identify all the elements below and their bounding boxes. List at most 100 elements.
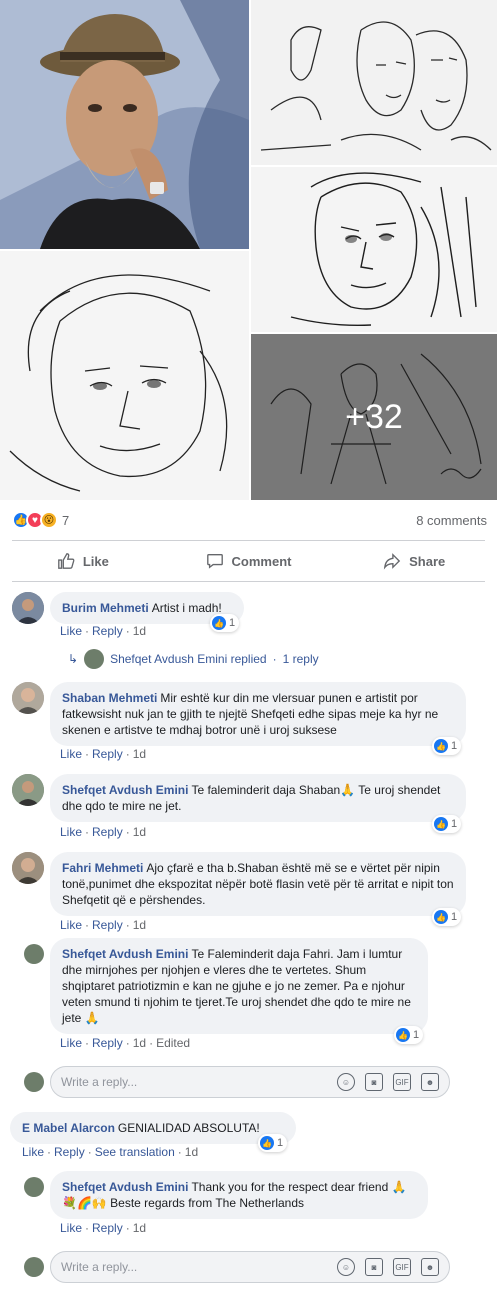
sketch-more-photos[interactable]: +32 — [251, 334, 497, 500]
comment-reactions[interactable]: 👍 1 — [258, 1134, 288, 1152]
sticker-icon[interactable]: ☻ — [421, 1258, 439, 1276]
reply-placeholder: Write a reply... — [61, 1075, 138, 1089]
comment-reply-link[interactable]: Reply — [92, 1036, 123, 1050]
share-label: Share — [409, 553, 446, 569]
more-photos-overlay[interactable]: +32 — [251, 334, 497, 500]
comment-meta: Like · Reply · See translation · 1d — [22, 1145, 199, 1159]
like-reaction-icon: 👍 — [212, 616, 226, 630]
comment-meta: Like · Reply · 1d — [60, 825, 147, 839]
comment-meta: Like · Reply · 1d — [60, 918, 147, 932]
comment-time[interactable]: 1d — [133, 1221, 146, 1235]
avatar[interactable] — [12, 682, 44, 714]
like-button[interactable]: Like — [0, 544, 166, 578]
comment-time[interactable]: 1d — [133, 747, 146, 761]
photo-grid: +32 — [0, 0, 497, 500]
comment-time[interactable]: 1d — [133, 1036, 146, 1050]
avatar[interactable] — [12, 852, 44, 884]
comment-time[interactable]: 1d — [133, 825, 146, 839]
replied-by-text: Shefqet Avdush Emini replied — [110, 652, 267, 666]
comment-meta: Like · Reply · 1d — [60, 747, 147, 761]
comment-bubble: Shaban Mehmeti Mir eshtë kur din me vlers… — [50, 682, 466, 746]
comment-author[interactable]: Shefqet Avdush Emini — [62, 947, 188, 961]
comment-text: Artist i madh! — [151, 601, 222, 615]
comment-author[interactable]: E Mabel Alarcon — [22, 1121, 115, 1135]
reaction-count: 1 — [413, 1029, 420, 1041]
comment-reactions[interactable]: 👍 1 — [432, 737, 462, 755]
share-button[interactable]: Share — [331, 544, 497, 578]
avatar[interactable] — [24, 944, 44, 964]
comment-like-link[interactable]: Like — [60, 624, 82, 638]
comment-bubble: Fahri Mehmeti Ajo çfarë e tha b.Shaban ës… — [50, 852, 466, 916]
reply-input[interactable]: Write a reply... ☺ ◙ GIF ☻ — [50, 1251, 450, 1283]
sketch-image — [260, 21, 492, 151]
emoji-icon[interactable]: ☺ — [337, 1073, 355, 1091]
sketch-image — [290, 172, 477, 326]
like-label: Like — [82, 553, 109, 569]
camera-icon[interactable]: ◙ — [365, 1258, 383, 1276]
divider — [12, 581, 485, 582]
comment-reactions[interactable]: 👍 1 — [394, 1026, 424, 1044]
comment-reactions[interactable]: 👍 1 — [432, 815, 462, 833]
edited-label[interactable]: Edited — [156, 1036, 190, 1050]
comment-reply-link[interactable]: Reply — [92, 624, 123, 638]
gif-icon[interactable]: GIF — [393, 1258, 411, 1276]
avatar[interactable] — [12, 592, 44, 624]
comment-like-link[interactable]: Like — [22, 1145, 44, 1159]
comment-reply-link[interactable]: Reply — [92, 747, 123, 761]
comment-meta: Like · Reply · 1d · Edited — [60, 1036, 191, 1050]
comment-reactions[interactable]: 👍 1 — [210, 614, 240, 632]
comment-author[interactable]: Shefqet Avdush Emini — [62, 783, 188, 797]
comment-reply-link[interactable]: Reply — [54, 1145, 85, 1159]
emoji-icon[interactable]: ☺ — [337, 1258, 355, 1276]
reaction-count: 1 — [451, 818, 458, 830]
see-translation-link[interactable]: See translation — [95, 1145, 175, 1159]
comment-like-link[interactable]: Like — [60, 825, 82, 839]
camera-icon[interactable]: ◙ — [365, 1073, 383, 1091]
comment-like-link[interactable]: Like — [60, 1036, 82, 1050]
sketch-man-face[interactable] — [251, 167, 497, 332]
comment-reply-link[interactable]: Reply — [92, 1221, 123, 1235]
reply-count: 1 reply — [282, 652, 319, 666]
comment-time[interactable]: 1d — [185, 1145, 198, 1159]
avatar-image — [12, 852, 44, 884]
gif-icon[interactable]: GIF — [393, 1073, 411, 1091]
reaction-count: 1 — [277, 1137, 284, 1149]
post-actions: Like Comment Share — [0, 544, 497, 578]
reaction-count: 1 — [229, 617, 236, 629]
comment-icon — [206, 554, 223, 569]
wow-reaction-icon: 😮 — [40, 511, 58, 529]
like-reaction-icon: 👍 — [434, 817, 448, 831]
comment-reply-link[interactable]: Reply — [92, 825, 123, 839]
comment-label: Comment — [231, 553, 292, 569]
thumbs-up-icon — [57, 553, 75, 569]
comment-meta: Like · Reply · 1d — [60, 1221, 147, 1235]
comment-like-link[interactable]: Like — [60, 1221, 82, 1235]
comment-reactions[interactable]: 👍 1 — [432, 908, 462, 926]
comment-like-link[interactable]: Like — [60, 747, 82, 761]
comment-time[interactable]: 1d — [133, 624, 146, 638]
comment-reply-link[interactable]: Reply — [92, 918, 123, 932]
reply-input[interactable]: Write a reply... ☺ ◙ GIF ☻ — [50, 1066, 450, 1098]
avatar — [84, 649, 105, 669]
comment-author[interactable]: Burim Mehmeti — [62, 601, 149, 615]
avatar[interactable] — [24, 1177, 44, 1197]
comment-bubble: Shefqet Avdush Emini Te faleminderit daja… — [50, 774, 466, 822]
reaction-summary[interactable]: 👍 ♥ 😮 7 — [12, 511, 69, 529]
comment-author[interactable]: Shaban Mehmeti — [62, 691, 157, 705]
replies-link[interactable]: ↳ Shefqet Avdush Emini replied · 1 reply — [68, 649, 319, 669]
comment-author[interactable]: Fahri Mehmeti — [62, 861, 143, 875]
avatar[interactable] — [12, 774, 44, 806]
comment-time[interactable]: 1d — [133, 918, 146, 932]
reply-bubble: Shefqet Avdush Emini Thank you for the re… — [50, 1171, 428, 1219]
comment-like-link[interactable]: Like — [60, 918, 82, 932]
sketch-old-man[interactable] — [0, 251, 249, 500]
comments-count-link[interactable]: 8 comments — [416, 513, 487, 528]
photo-portrait[interactable] — [0, 0, 249, 249]
sketch-two-faces[interactable] — [251, 0, 497, 165]
comment-button[interactable]: Comment — [166, 544, 332, 578]
like-reaction-icon: 👍 — [396, 1028, 410, 1042]
comment-author[interactable]: Shefqet Avdush Emini — [62, 1180, 188, 1194]
sticker-icon[interactable]: ☻ — [421, 1073, 439, 1091]
comment-text: GENIALIDAD ABSOLUTA! — [117, 1121, 260, 1135]
like-reaction-icon: 👍 — [434, 910, 448, 924]
